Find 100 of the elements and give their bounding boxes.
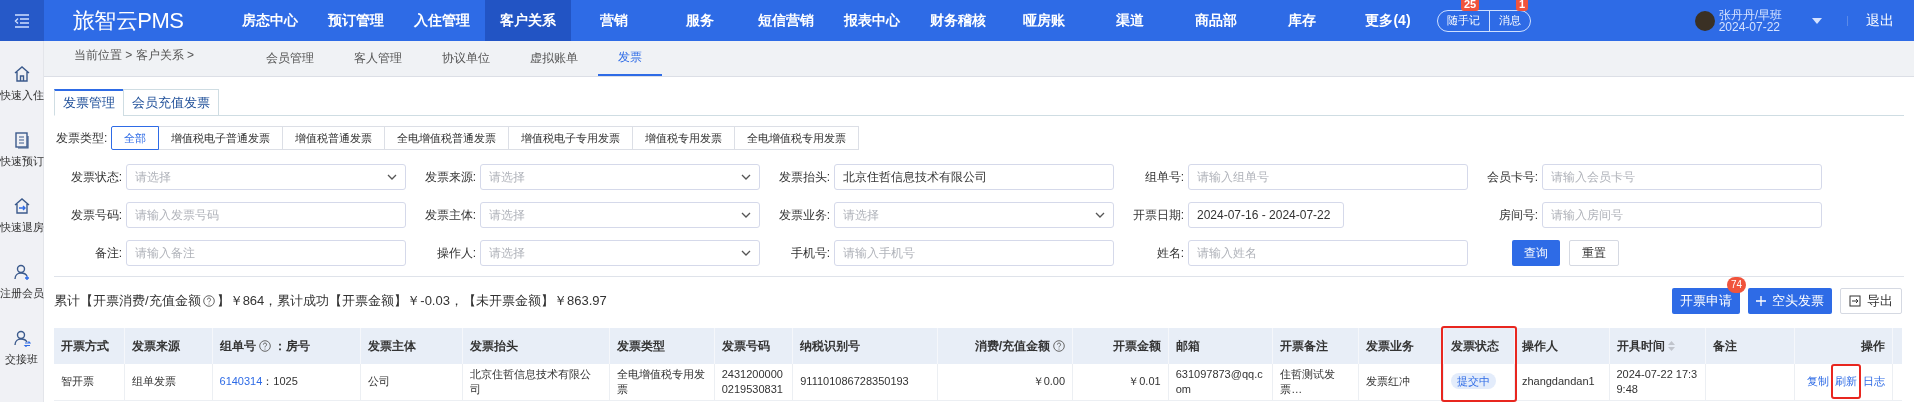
column-header: 发票主体	[368, 338, 417, 355]
action-link[interactable]: 刷新	[1835, 375, 1858, 388]
column-header: 发票号码	[721, 338, 770, 355]
action-link[interactable]: 复制	[1807, 375, 1830, 388]
field-label: 手机号:	[789, 245, 831, 262]
chevron-down-icon	[387, 174, 397, 180]
nav-tab[interactable]: 渠道	[1087, 0, 1173, 41]
nav-tab[interactable]: 报表中心	[829, 0, 915, 41]
nav-tab[interactable]: 库存	[1259, 0, 1345, 41]
input-field[interactable]: 请输入备注	[126, 240, 406, 266]
sub-nav-tab[interactable]: 虚拟账单	[510, 40, 598, 76]
input-field[interactable]: 请输入手机号	[834, 240, 1114, 266]
type-filter-button[interactable]: 增值税电子专用发票	[508, 126, 634, 150]
field-label: 发票号码:	[69, 207, 123, 224]
field-label: 会员卡号:	[1485, 169, 1539, 186]
user-plus-icon	[12, 263, 31, 281]
field-label: 组单号:	[1143, 169, 1185, 186]
app-logo: 旅智云PMS	[73, 7, 185, 35]
type-filter-button[interactable]: 增值税普通发票	[282, 126, 386, 150]
document-icon	[12, 131, 31, 149]
user-name: 张丹丹/早班	[1718, 8, 1782, 21]
type-filter-button[interactable]: 全电增值税专用发票	[734, 126, 860, 150]
table-cell: 发票红冲	[1365, 375, 1410, 388]
column-header: 组单号	[219, 338, 256, 355]
count-badge: 25	[1461, 0, 1480, 11]
table-cell: ：1025	[262, 374, 298, 390]
input-field[interactable]: 北京住哲信息技术有限公司	[834, 164, 1114, 190]
type-filter-button[interactable]: 增值税电子普通发票	[158, 126, 284, 150]
sub-nav-tab[interactable]: 会员管理	[246, 40, 334, 76]
invoice-apply-button[interactable]: 开票申请	[1672, 288, 1740, 314]
type-filter-button[interactable]: 全部	[111, 126, 160, 150]
chevron-down-icon	[1095, 212, 1105, 218]
table-cell: 911101086728350193	[800, 375, 909, 388]
sidebar-item[interactable]: 快速入住	[0, 87, 44, 104]
table-cell: 24312000000219530831	[721, 367, 783, 395]
export-icon	[1849, 295, 1861, 307]
note-button[interactable]: 随手记	[1438, 10, 1489, 31]
nav-tab[interactable]: 营销	[571, 0, 657, 41]
sub-nav-tab[interactable]: 协议单位	[422, 40, 510, 76]
message-button[interactable]: 消息	[1490, 10, 1530, 31]
nav-tab[interactable]: 商品部	[1173, 0, 1259, 41]
column-header: 开票方式	[61, 338, 109, 355]
column-header: 消费/充值金额	[974, 338, 1051, 355]
sidebar-item[interactable]: 交接班	[5, 351, 38, 368]
user-swap-icon	[12, 329, 31, 347]
input-field[interactable]: 请输入组单号	[1188, 164, 1468, 190]
tab[interactable]: 会员充值发票	[123, 89, 219, 116]
field-label: 房间号:	[1497, 207, 1539, 224]
field-label: 发票抬头:	[777, 169, 831, 186]
input-field[interactable]: 请输入房间号	[1542, 202, 1822, 228]
sidebar-item[interactable]: 快速预订	[0, 153, 44, 170]
nav-tab[interactable]: 短信营销	[743, 0, 829, 41]
nav-tab[interactable]: 入住管理	[399, 0, 485, 41]
input-field[interactable]: 请输入发票号码	[126, 202, 406, 228]
field-label: 备注:	[93, 245, 123, 262]
input-field[interactable]: 请输入姓名	[1188, 240, 1468, 266]
sidebar-item[interactable]: 注册会员	[0, 285, 44, 302]
field-label: 发票状态:	[69, 169, 123, 186]
nav-tab[interactable]: 客户关系	[485, 0, 571, 41]
group-number-link[interactable]: 6140314	[219, 374, 263, 390]
nav-tab[interactable]: 更多(4)	[1345, 0, 1431, 41]
field-label: 发票类型:	[56, 130, 108, 147]
table-cell: zhangdandan1	[1521, 375, 1595, 388]
table-cell: 北京住哲信息技术有限公司	[470, 367, 592, 395]
table-cell: ￥0.01	[1128, 375, 1161, 388]
summary-text: 累计【开票消费/充值金额	[54, 292, 201, 311]
sub-nav-tab[interactable]: 客人管理	[334, 40, 422, 76]
tab[interactable]: 发票管理	[54, 89, 124, 116]
nav-tab[interactable]: 财务稽核	[915, 0, 1001, 41]
field-label: 开票日期:	[1131, 207, 1185, 224]
date-range-field[interactable]: 2024-07-16 - 2024-07-22	[1188, 202, 1344, 228]
input-field[interactable]: 请输入会员卡号	[1542, 164, 1822, 190]
search-button[interactable]: 查询	[1512, 240, 1560, 266]
nav-tab[interactable]: 服务	[657, 0, 743, 41]
nav-tab[interactable]: 房态中心	[227, 0, 313, 41]
chevron-down-icon	[741, 250, 751, 256]
field-label: 姓名:	[1155, 245, 1185, 262]
column-header: 发票类型	[617, 338, 666, 355]
column-header: 备注	[1713, 338, 1738, 355]
field-label: 发票主体:	[423, 207, 477, 224]
blank-invoice-button[interactable]: 空头发票	[1748, 288, 1832, 314]
reset-button[interactable]: 重置	[1569, 240, 1619, 266]
type-filter-button[interactable]: 增值税专用发票	[632, 126, 736, 150]
column-header: 开票金额	[1112, 338, 1161, 355]
table-cell: 住哲测试发票…	[1280, 367, 1336, 395]
type-filter-button[interactable]: 全电增值税普通发票	[384, 126, 510, 150]
action-link[interactable]: 日志	[1863, 375, 1886, 388]
column-header: 发票状态	[1451, 338, 1500, 355]
chevron-down-icon	[741, 212, 751, 218]
menu-button[interactable]	[0, 0, 44, 41]
table-cell: 组单发票	[131, 375, 176, 388]
field-label: 发票业务:	[777, 207, 831, 224]
export-button[interactable]: 导出	[1840, 288, 1902, 314]
logout-link[interactable]: 退出	[1866, 10, 1894, 31]
home-icon	[12, 65, 31, 83]
sidebar-item[interactable]: 快速退房	[0, 219, 44, 236]
nav-tab[interactable]: 预订管理	[313, 0, 399, 41]
column-header: 开票备注	[1280, 338, 1329, 355]
nav-tab[interactable]: 哑房账	[1001, 0, 1087, 41]
sub-nav-tab[interactable]: 发票	[598, 40, 662, 76]
